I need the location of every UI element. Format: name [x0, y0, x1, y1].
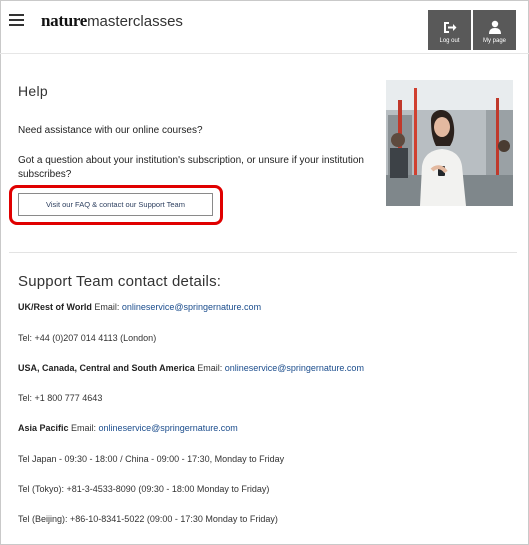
region-label: Asia Pacific	[18, 423, 69, 433]
contact-row-uk-tel: Tel: +44 (0)207 014 4113 (London)	[18, 333, 157, 343]
email-prefix: Email:	[68, 423, 99, 433]
help-text-subscription: Got a question about your institution's …	[18, 155, 364, 180]
support-heading: Support Team contact details:	[18, 273, 222, 290]
my-page-label: My page	[482, 38, 506, 44]
contact-row-uk: UK/Rest of World Email: onlineservice@sp…	[18, 302, 261, 312]
email-link-americas[interactable]: onlineservice@springernature.com	[225, 363, 364, 373]
email-prefix: Email:	[91, 302, 122, 312]
contact-row-americas: USA, Canada, Central and South America E…	[18, 363, 364, 373]
site-header: naturemasterclasses Log out My page	[0, 0, 529, 54]
brand-masterclasses: masterclasses	[87, 13, 183, 30]
help-heading: Help	[18, 83, 48, 99]
email-link-uk[interactable]: onlineservice@springernature.com	[122, 302, 261, 312]
my-page-button[interactable]: My page	[473, 10, 516, 50]
region-label: USA, Canada, Central and South America	[18, 363, 195, 373]
brand-nature: nature	[41, 11, 88, 30]
contact-row-beijing-tel: Tel (Beijing): +86-10-8341-5022 (09:00 -…	[18, 514, 278, 524]
logout-arrow-icon	[443, 22, 456, 33]
hero-photo-woman-on-train	[386, 80, 513, 206]
faq-support-button[interactable]: Visit our FAQ & contact our Support Team	[18, 193, 213, 216]
region-label: UK/Rest of World	[18, 302, 92, 312]
contact-row-japan-china-hours: Tel Japan - 09:30 - 18:00 / China - 09:0…	[18, 454, 285, 464]
logout-label: Log out	[439, 38, 460, 44]
section-divider	[9, 252, 517, 253]
contact-row-asia: Asia Pacific Email: onlineservice@spring…	[18, 423, 238, 433]
email-link-asia[interactable]: onlineservice@springernature.com	[99, 423, 238, 433]
person-icon	[488, 20, 501, 34]
logout-button[interactable]: Log out	[428, 10, 471, 50]
help-text-courses: Need assistance with our online courses?	[18, 125, 203, 136]
contact-row-tokyo-tel: Tel (Tokyo): +81-3-4533-8090 (09:30 - 18…	[18, 484, 270, 494]
hamburger-menu-icon[interactable]	[9, 14, 24, 26]
brand-logo[interactable]: naturemasterclasses	[41, 11, 183, 31]
contact-row-americas-tel: Tel: +1 800 777 4643	[18, 393, 103, 403]
email-prefix: Email:	[194, 363, 225, 373]
